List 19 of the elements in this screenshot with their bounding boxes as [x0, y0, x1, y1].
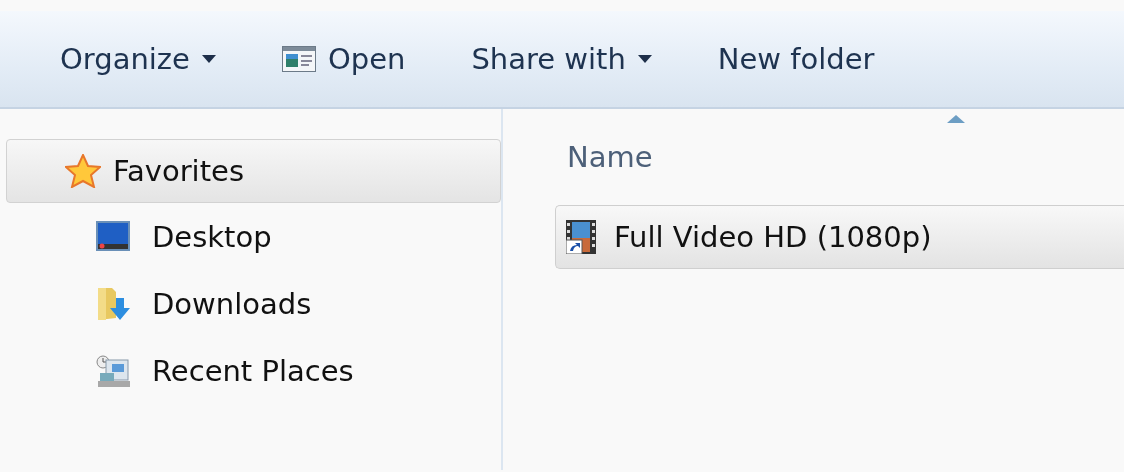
open-window-icon — [281, 46, 316, 72]
sidebar-item[interactable]: Downloads — [0, 270, 501, 337]
share-with-button[interactable]: Share with — [457, 34, 666, 84]
sidebar-item[interactable]: Recent Places — [0, 337, 501, 404]
recent-places-icon — [96, 354, 130, 387]
caret-icon — [637, 55, 652, 63]
favorites-item[interactable]: Favorites — [6, 139, 501, 203]
file-row[interactable]: Full Video HD (1080p) — [555, 205, 1124, 269]
caret-icon — [201, 55, 216, 63]
open-button[interactable]: Open — [267, 34, 420, 84]
folder-download-icon — [96, 287, 130, 320]
sort-arrow-icon — [947, 115, 965, 123]
organize-button[interactable]: Organize — [46, 34, 230, 84]
column-header[interactable]: Name — [555, 109, 1124, 205]
star-icon — [65, 154, 101, 188]
desktop-icon — [96, 220, 130, 253]
new-folder-button[interactable]: New folder — [703, 34, 889, 84]
sidebar-item[interactable]: Desktop — [0, 203, 501, 270]
video-shortcut-icon — [566, 220, 596, 254]
